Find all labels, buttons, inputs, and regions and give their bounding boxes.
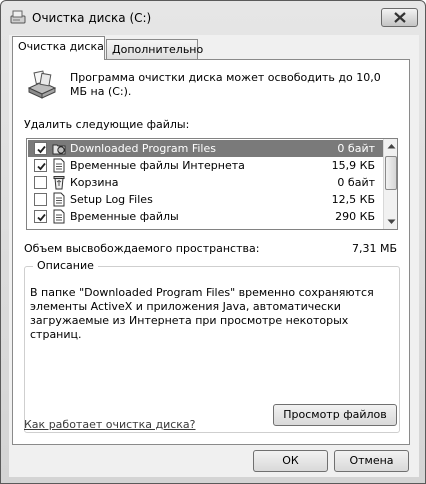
scroll-down-icon[interactable] xyxy=(387,219,396,225)
files-to-delete-label: Удалить следующие файлы: xyxy=(24,118,190,131)
description-text: В папке "Downloaded Program Files" време… xyxy=(30,286,374,341)
description-legend: Описание xyxy=(33,259,98,272)
list-item[interactable]: Временные файлы Интернета 15,9 КБ xyxy=(28,157,383,174)
file-name: Временные файлы xyxy=(70,210,179,223)
folder-globe-icon xyxy=(52,141,66,156)
space-to-free-label: Объем высвобождаемого пространства: xyxy=(24,242,260,255)
tab-disk-cleanup[interactable]: Очистка диска xyxy=(12,36,105,60)
checkbox[interactable] xyxy=(34,176,47,189)
close-button[interactable] xyxy=(381,8,418,27)
list-item[interactable]: Временные файлы 290 КБ xyxy=(28,208,383,225)
tab-panel: Программа очистки диска может освободить… xyxy=(12,59,410,445)
document-icon xyxy=(52,158,66,173)
description-group: Описание В папке "Downloaded Program Fil… xyxy=(24,259,400,433)
file-name: Downloaded Program Files xyxy=(70,142,216,155)
checkbox[interactable] xyxy=(34,142,47,155)
checkbox[interactable] xyxy=(34,159,47,172)
disk-cleanup-icon xyxy=(26,68,58,100)
document-icon xyxy=(52,209,66,224)
recycle-bin-icon xyxy=(52,175,66,190)
file-name: Корзина xyxy=(70,176,119,189)
list-scrollbar[interactable] xyxy=(383,139,397,229)
window-title: Очистка диска (C:) xyxy=(32,11,152,25)
scroll-up-icon[interactable] xyxy=(387,143,396,149)
file-name: Setup Log Files xyxy=(70,193,153,206)
file-name: Временные файлы Интернета xyxy=(70,159,245,172)
view-files-button[interactable]: Просмотр файлов xyxy=(273,404,397,426)
how-disk-cleanup-works-link[interactable]: Как работает очистка диска? xyxy=(24,418,196,431)
tab-more-options[interactable]: Дополнительно xyxy=(106,39,203,59)
files-list[interactable]: Downloaded Program Files 0 байт Временны… xyxy=(26,138,398,230)
list-item[interactable]: Setup Log Files 12,5 КБ xyxy=(28,191,383,208)
document-icon xyxy=(52,192,66,207)
file-size: 0 байт xyxy=(337,142,375,155)
space-to-free-value: 7,31 МБ xyxy=(351,242,397,255)
dialog-client: Очистка диска Дополнительно Программа оч… xyxy=(9,35,419,477)
scroll-thumb[interactable] xyxy=(385,156,397,190)
checkbox[interactable] xyxy=(34,193,47,206)
list-item[interactable]: Корзина 0 байт xyxy=(28,174,383,191)
file-size: 0 байт xyxy=(337,176,375,189)
file-size: 15,9 КБ xyxy=(331,159,375,172)
ok-button[interactable]: ОК xyxy=(253,450,328,472)
list-item[interactable]: Downloaded Program Files 0 байт xyxy=(28,140,383,157)
close-icon xyxy=(394,12,406,23)
disk-cleanup-icon xyxy=(10,10,26,24)
file-size: 290 КБ xyxy=(335,210,375,223)
title-bar[interactable]: Очистка диска (C:) xyxy=(1,1,425,35)
cancel-button[interactable]: Отмена xyxy=(334,450,409,472)
checkbox[interactable] xyxy=(34,210,47,223)
intro-text: Программа очистки диска может освободить… xyxy=(70,71,381,98)
disk-cleanup-window: Очистка диска (C:) Очистка диска Дополни… xyxy=(0,0,426,484)
file-size: 12,5 КБ xyxy=(331,193,375,206)
